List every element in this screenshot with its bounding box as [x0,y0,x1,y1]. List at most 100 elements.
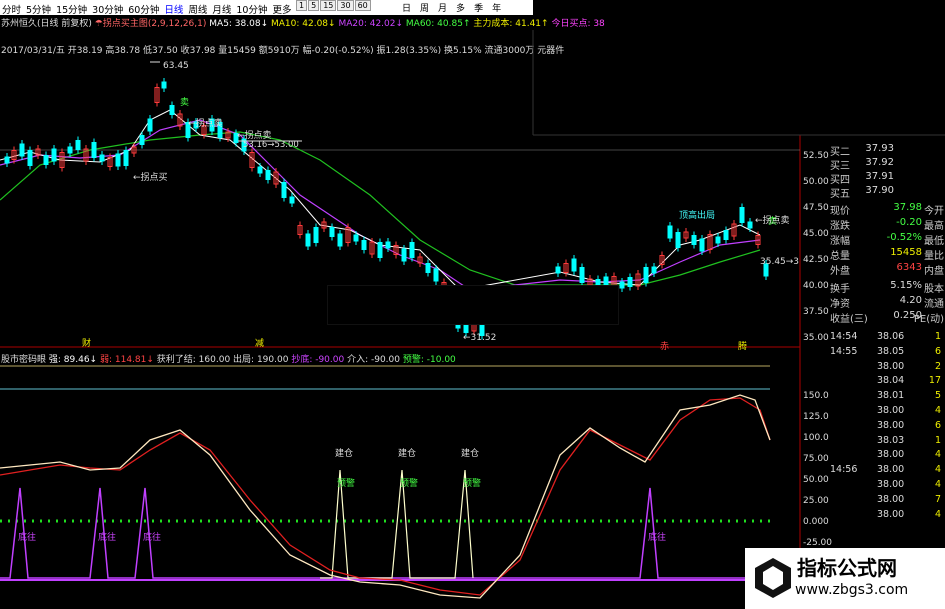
candle-body [715,236,721,244]
tick-row: 38.00 4 [877,449,941,461]
marker-teng: 腾 [738,342,748,352]
candle-body [99,154,105,162]
candle-body [401,248,407,262]
candle-body [139,135,145,145]
osc-weak: 弱: 114.81↓ [99,355,154,365]
candle-body [667,225,673,239]
price-tick: 35.00 [803,333,829,343]
price-tick: 40.00 [803,281,829,291]
candle-body [281,182,287,198]
candle-body [169,105,175,115]
price-tick: 37.50 [803,307,829,317]
bid-row: 买四 37.91 [830,171,894,186]
candle-body [353,234,359,242]
end-price: 35.45→3 [760,257,800,267]
osc-tick: 50.00 [803,475,829,485]
high-price: 63.45 [163,61,189,71]
tick-row: 38.00 4 [877,405,941,416]
stat-row: 涨跌 -0.20 最高 [830,217,944,232]
osc-tick: 75.00 [803,454,829,464]
candle-body [289,196,295,204]
candle-body [161,81,167,89]
osc-title[interactable]: 股市密码眼 [1,355,46,365]
candle-body [147,118,153,132]
candle-body [313,227,319,243]
osc-tick: 100.0 [803,433,829,443]
bid-row: 买五 37.90 [830,185,894,200]
candle-body [675,232,681,248]
osc-exit: 出局: 190.00 [233,355,289,365]
bottom-label-1: 底往 [18,533,37,543]
stat-row: 外盘 6343 内盘 [830,262,944,277]
osc-tick: -25.00 [803,538,833,548]
ma5-line [0,109,761,291]
candle-body [619,281,625,289]
warn-label-1: 预警 [337,479,356,489]
osc-tick: 125.0 [803,412,829,422]
bid-row: 买三 37.92 [830,157,894,172]
osc-tick: 25.00 [803,496,829,506]
marker-jian: 减 [255,339,265,349]
candle-body [257,166,263,174]
candle-body [51,148,57,162]
tick-row: 38.01 5 [877,390,941,402]
price-tick: 45.00 [803,229,829,239]
price-tick: 47.50 [803,203,829,213]
tick-row: 38.04 17 [877,375,941,387]
candle-body [329,227,335,237]
candle-body [643,267,649,283]
top-out-label: 顶高出局 [679,211,716,221]
candle-body [579,267,585,283]
candle-body [425,263,431,273]
warn-label-3: 预警 [463,479,482,489]
candle-body [699,238,705,252]
logo-icon [755,558,791,598]
tick-row: 14:55 38.05 6 [830,345,941,357]
candle-body [377,242,383,258]
tick-row: 14:54 38.06 1 [830,331,941,342]
redaction-block [327,285,619,325]
watermark-logo: 指标公式网 www.zbgs3.com [745,548,945,609]
candle-body [555,266,561,274]
osc-strong: 强: 89.46↓ [48,355,98,365]
marker-cai: 财 [82,339,92,349]
candle-body [43,155,49,165]
price-tick: 50.00 [803,177,829,187]
candle-body [747,221,753,229]
buy-point-label: ←拐点买 [133,173,168,183]
build-label-2: 建仓 [398,449,417,459]
bid-row: 买二 37.93 [830,143,894,158]
candle-body [27,150,33,166]
candle-body [305,233,311,247]
candle-body [123,150,129,166]
sell-point-right: ←拐点卖 [755,216,790,226]
osc-header: 股市密码眼 强: 89.46↓ 弱: 114.81↓ 获利了结: 160.00 … [1,352,456,365]
candle-body [75,140,81,150]
candle-body [67,146,73,154]
candle-body [739,207,745,223]
osc-red-line [0,397,771,596]
candle-body [361,240,367,250]
candle-body [571,258,577,272]
tick-row: 14:56 38.00 4 [830,464,941,476]
tick-row: 38.03 1 [877,434,941,446]
price-tick: 42.50 [803,255,829,265]
candle-body [115,153,121,167]
marker-chi: 赤 [660,342,670,352]
osc-tick: 0.000 [803,517,829,527]
tick-row: 38.00 4 [877,479,941,490]
tick-row: 38.00 4 [877,508,941,520]
candle-body [433,268,439,282]
watermark-cn: 指标公式网 [797,556,897,580]
warn-label-2: 预警 [400,479,419,489]
stat-row: 总量 15458 量比 [830,247,944,262]
bottom-label-3: 底往 [143,533,162,543]
tick-row: 38.00 6 [877,419,941,431]
stat-row: 现价 37.98 今开 [830,202,944,217]
candle-body [337,233,343,247]
candle-body [19,143,25,157]
sell-marker: 卖 [180,98,190,108]
sell-point-label: ←拐点卖 [188,119,223,129]
candle-body [385,241,391,249]
osc-warn: 预警: -10.00 [402,355,456,365]
